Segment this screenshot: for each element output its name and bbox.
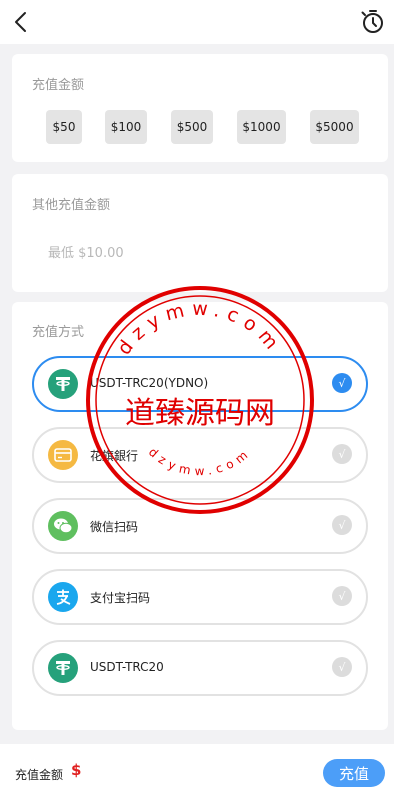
- payment-method-title: 充值方式: [32, 325, 85, 340]
- alipay-icon: [48, 582, 78, 612]
- method-usdt-trc20[interactable]: USDT-TRC20 √: [32, 640, 368, 696]
- amount-option-50[interactable]: $50: [46, 110, 82, 144]
- check-icon: √: [332, 657, 352, 677]
- other-amount-title: 其他充值金额: [32, 198, 111, 213]
- check-icon: √: [332, 515, 352, 535]
- chevron-left-icon[interactable]: [8, 8, 36, 36]
- recharge-button[interactable]: 充值: [323, 759, 385, 787]
- footer-bar: 充值金额 $ 充值: [0, 744, 394, 801]
- other-amount-card: 其他充值金额 最低 $10.00: [12, 174, 388, 292]
- method-citibank[interactable]: 花旗銀行 √: [32, 427, 368, 483]
- quick-amount-title: 充值金额: [32, 78, 85, 93]
- method-label: 微信扫码: [90, 520, 139, 534]
- method-wechat[interactable]: 微信扫码 √: [32, 498, 368, 554]
- method-label: 花旗銀行: [90, 449, 139, 463]
- check-icon: √: [332, 373, 352, 393]
- amount-option-500[interactable]: $500: [171, 110, 213, 144]
- method-alipay[interactable]: 支付宝扫码 √: [32, 569, 368, 625]
- bank-card-icon: [48, 440, 78, 470]
- other-amount-input[interactable]: 最低 $10.00: [48, 242, 124, 261]
- check-icon: √: [332, 586, 352, 606]
- quick-amount-card: 充值金额 $50 $100 $500 $1000 $5000: [12, 54, 388, 162]
- tether-icon: [48, 369, 78, 399]
- check-icon: √: [332, 444, 352, 464]
- top-bar: [0, 0, 394, 44]
- method-label: USDT-TRC20(YDNO): [90, 376, 209, 390]
- wechat-icon: [48, 511, 78, 541]
- amount-option-5000[interactable]: $5000: [310, 110, 359, 144]
- payment-method-card: 充值方式 USDT-TRC20(YDNO) √ 花旗銀行 √ 微信扫码 √ 支付…: [12, 302, 388, 730]
- clock-history-icon[interactable]: [358, 8, 386, 36]
- footer-currency: $: [71, 761, 82, 779]
- method-label: 支付宝扫码: [90, 591, 151, 605]
- amount-option-1000[interactable]: $1000: [237, 110, 286, 144]
- amount-option-100[interactable]: $100: [105, 110, 147, 144]
- method-usdt-trc20-ydno[interactable]: USDT-TRC20(YDNO) √: [32, 356, 368, 412]
- tether-icon: [48, 653, 78, 683]
- footer-amount-label: 充值金额: [15, 768, 64, 782]
- method-label: USDT-TRC20: [90, 660, 164, 674]
